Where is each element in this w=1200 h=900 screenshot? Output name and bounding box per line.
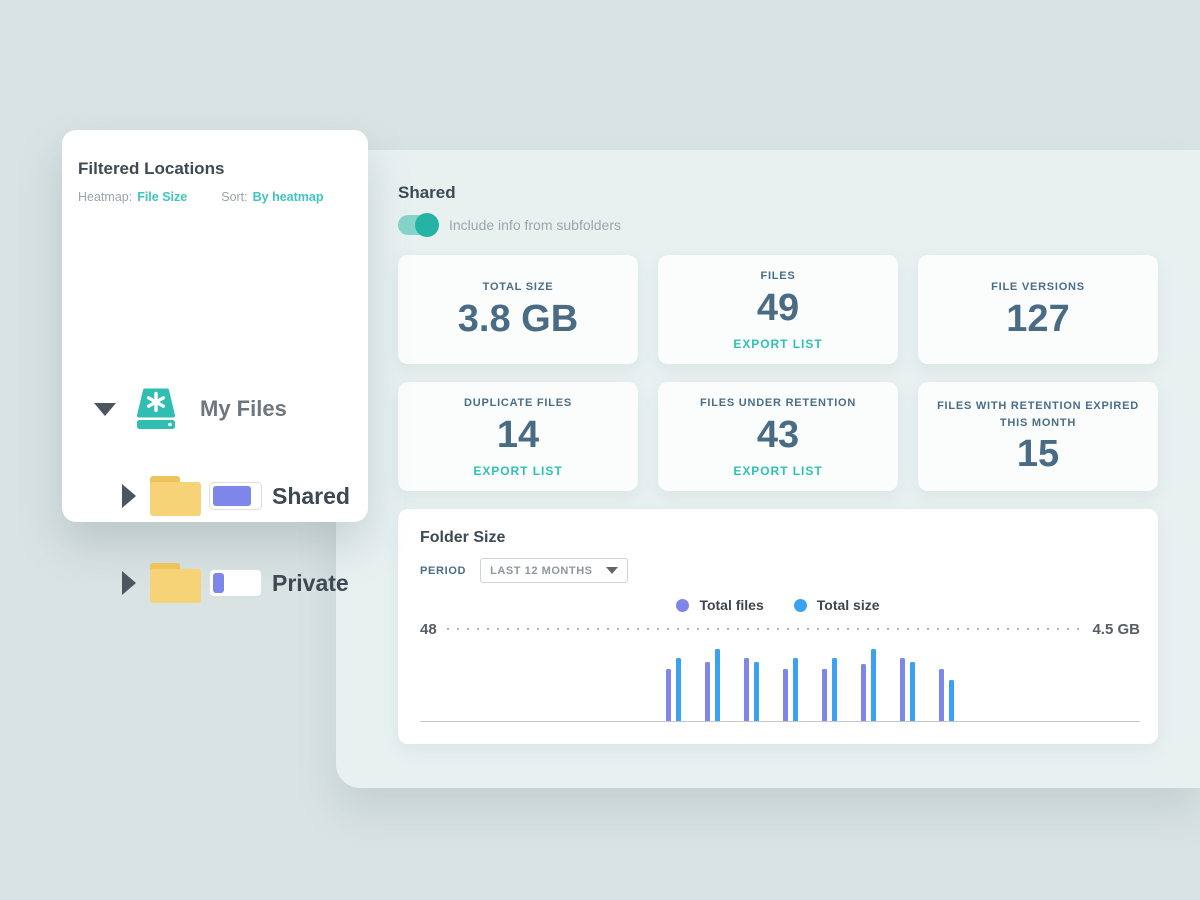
- bar-pair: [705, 649, 720, 721]
- sort-value-link[interactable]: By heatmap: [253, 190, 324, 204]
- stat-label: FILES UNDER RETENTION: [700, 395, 856, 412]
- stat-card-file-versions: FILE VERSIONS 127: [918, 255, 1158, 364]
- tree-item-label: My Files: [200, 396, 287, 422]
- stat-card-retention-expired: FILES WITH RETENTION EXPIRED THIS MONTH …: [918, 382, 1158, 491]
- main-panel: Shared Include info from subfolders TOTA…: [336, 150, 1200, 788]
- include-subfolders-toggle[interactable]: [398, 215, 436, 235]
- stats-grid: TOTAL SIZE 3.8 GB FILES 49 EXPORT LIST F…: [398, 255, 1158, 491]
- bar-pair: [666, 658, 681, 721]
- folder-size-card: Folder Size PERIOD LAST 12 MONTHS Total …: [398, 509, 1158, 744]
- total-size-bar: [715, 649, 720, 721]
- stat-value: 127: [1006, 300, 1069, 340]
- legend-item-total-size: Total size: [794, 597, 880, 613]
- stat-card-duplicate-files: DUPLICATE FILES 14 EXPORT LIST: [398, 382, 638, 491]
- legend-label: Total files: [699, 597, 763, 613]
- tree-item-label: Shared: [272, 483, 350, 510]
- heatmap-bar: [209, 569, 262, 597]
- total-size-bar: [793, 658, 798, 721]
- toggle-knob-icon: [415, 213, 439, 237]
- total-files-bar: [744, 658, 749, 721]
- filter-card-title: Filtered Locations: [78, 159, 352, 179]
- tree-item-private[interactable]: Private: [122, 559, 349, 607]
- bar-pair: [861, 649, 876, 721]
- total-files-bar: [900, 658, 905, 721]
- legend-item-total-files: Total files: [676, 597, 763, 613]
- bar-pair: [822, 658, 837, 721]
- export-list-link[interactable]: EXPORT LIST: [473, 464, 562, 478]
- heatmap-setting: Heatmap: File Size: [78, 190, 187, 204]
- stat-value: 43: [757, 416, 799, 456]
- tree-item-my-files[interactable]: My Files: [94, 386, 287, 432]
- total-size-bar: [754, 662, 759, 721]
- folder-icon: [150, 476, 201, 516]
- stat-card-files: FILES 49 EXPORT LIST: [658, 255, 898, 364]
- stat-label: TOTAL SIZE: [483, 279, 554, 296]
- sort-label: Sort:: [221, 190, 247, 204]
- folder-icon: [150, 563, 201, 603]
- dotted-reference-line: [447, 628, 1083, 630]
- stat-card-files-under-retention: FILES UNDER RETENTION 43 EXPORT LIST: [658, 382, 898, 491]
- total-size-bar: [676, 658, 681, 721]
- period-label: PERIOD: [420, 565, 466, 577]
- toggle-label: Include info from subfolders: [449, 217, 621, 233]
- heatmap-label: Heatmap:: [78, 190, 132, 204]
- total-files-bar: [705, 662, 710, 721]
- panel-title: Shared: [398, 183, 1158, 203]
- total-files-bar: [861, 664, 866, 722]
- tree-item-label: Private: [272, 570, 349, 597]
- bar-pair: [939, 669, 954, 721]
- export-list-link[interactable]: EXPORT LIST: [733, 464, 822, 478]
- stat-label: FILE VERSIONS: [991, 279, 1085, 296]
- stat-label: FILES WITH RETENTION EXPIRED THIS MONTH: [934, 398, 1142, 431]
- total-size-bar: [949, 680, 954, 721]
- chevron-right-icon[interactable]: [122, 571, 136, 595]
- total-files-bar: [939, 669, 944, 721]
- ref-label-files-max: 48: [420, 621, 437, 638]
- chevron-right-icon[interactable]: [122, 484, 136, 508]
- drive-icon: [134, 387, 178, 431]
- stat-value: 15: [1017, 435, 1059, 475]
- x-axis-line: [420, 721, 1140, 722]
- export-list-link[interactable]: EXPORT LIST: [733, 337, 822, 351]
- period-row: PERIOD LAST 12 MONTHS: [420, 558, 1140, 583]
- heatmap-bar-fill: [213, 486, 251, 506]
- reference-line-row: 48 4.5 GB: [420, 621, 1140, 637]
- total-size-bar: [871, 649, 876, 721]
- sort-setting: Sort: By heatmap: [221, 190, 323, 204]
- subfolders-toggle-row: Include info from subfolders: [398, 214, 1158, 236]
- stat-value: 14: [497, 416, 539, 456]
- heatmap-bar-fill: [213, 573, 224, 593]
- heatmap-bar: [209, 482, 262, 510]
- bar-groups: [666, 649, 954, 721]
- bar-pair: [783, 658, 798, 721]
- total-files-bar: [822, 669, 827, 721]
- total-files-bar: [666, 669, 671, 721]
- stat-value: 49: [757, 289, 799, 329]
- chart-title: Folder Size: [420, 529, 1140, 547]
- chevron-down-icon[interactable]: [94, 403, 116, 416]
- bar-pair: [900, 658, 915, 721]
- total-size-bar: [910, 662, 915, 721]
- legend-dot-icon: [676, 599, 689, 612]
- filter-meta-row: Heatmap: File Size Sort: By heatmap: [78, 190, 352, 204]
- chart-legend: Total files Total size: [398, 597, 1158, 613]
- filtered-locations-card: Filtered Locations Heatmap: File Size So…: [62, 130, 368, 522]
- page-background: Shared Include info from subfolders TOTA…: [0, 0, 1200, 900]
- heatmap-value-link[interactable]: File Size: [137, 190, 187, 204]
- bar-pair: [744, 658, 759, 721]
- stat-label: FILES: [760, 268, 795, 285]
- stat-label: DUPLICATE FILES: [464, 395, 572, 412]
- total-files-bar: [783, 669, 788, 721]
- legend-label: Total size: [817, 597, 880, 613]
- total-size-bar: [832, 658, 837, 721]
- stat-value: 3.8 GB: [458, 300, 578, 340]
- period-dropdown[interactable]: LAST 12 MONTHS: [480, 558, 628, 583]
- period-dropdown-value: LAST 12 MONTHS: [490, 565, 592, 577]
- legend-dot-icon: [794, 599, 807, 612]
- tree-item-shared[interactable]: Shared: [122, 472, 350, 520]
- ref-label-size-max: 4.5 GB: [1092, 621, 1140, 638]
- stat-card-total-size: TOTAL SIZE 3.8 GB: [398, 255, 638, 364]
- chevron-down-icon: [606, 567, 618, 574]
